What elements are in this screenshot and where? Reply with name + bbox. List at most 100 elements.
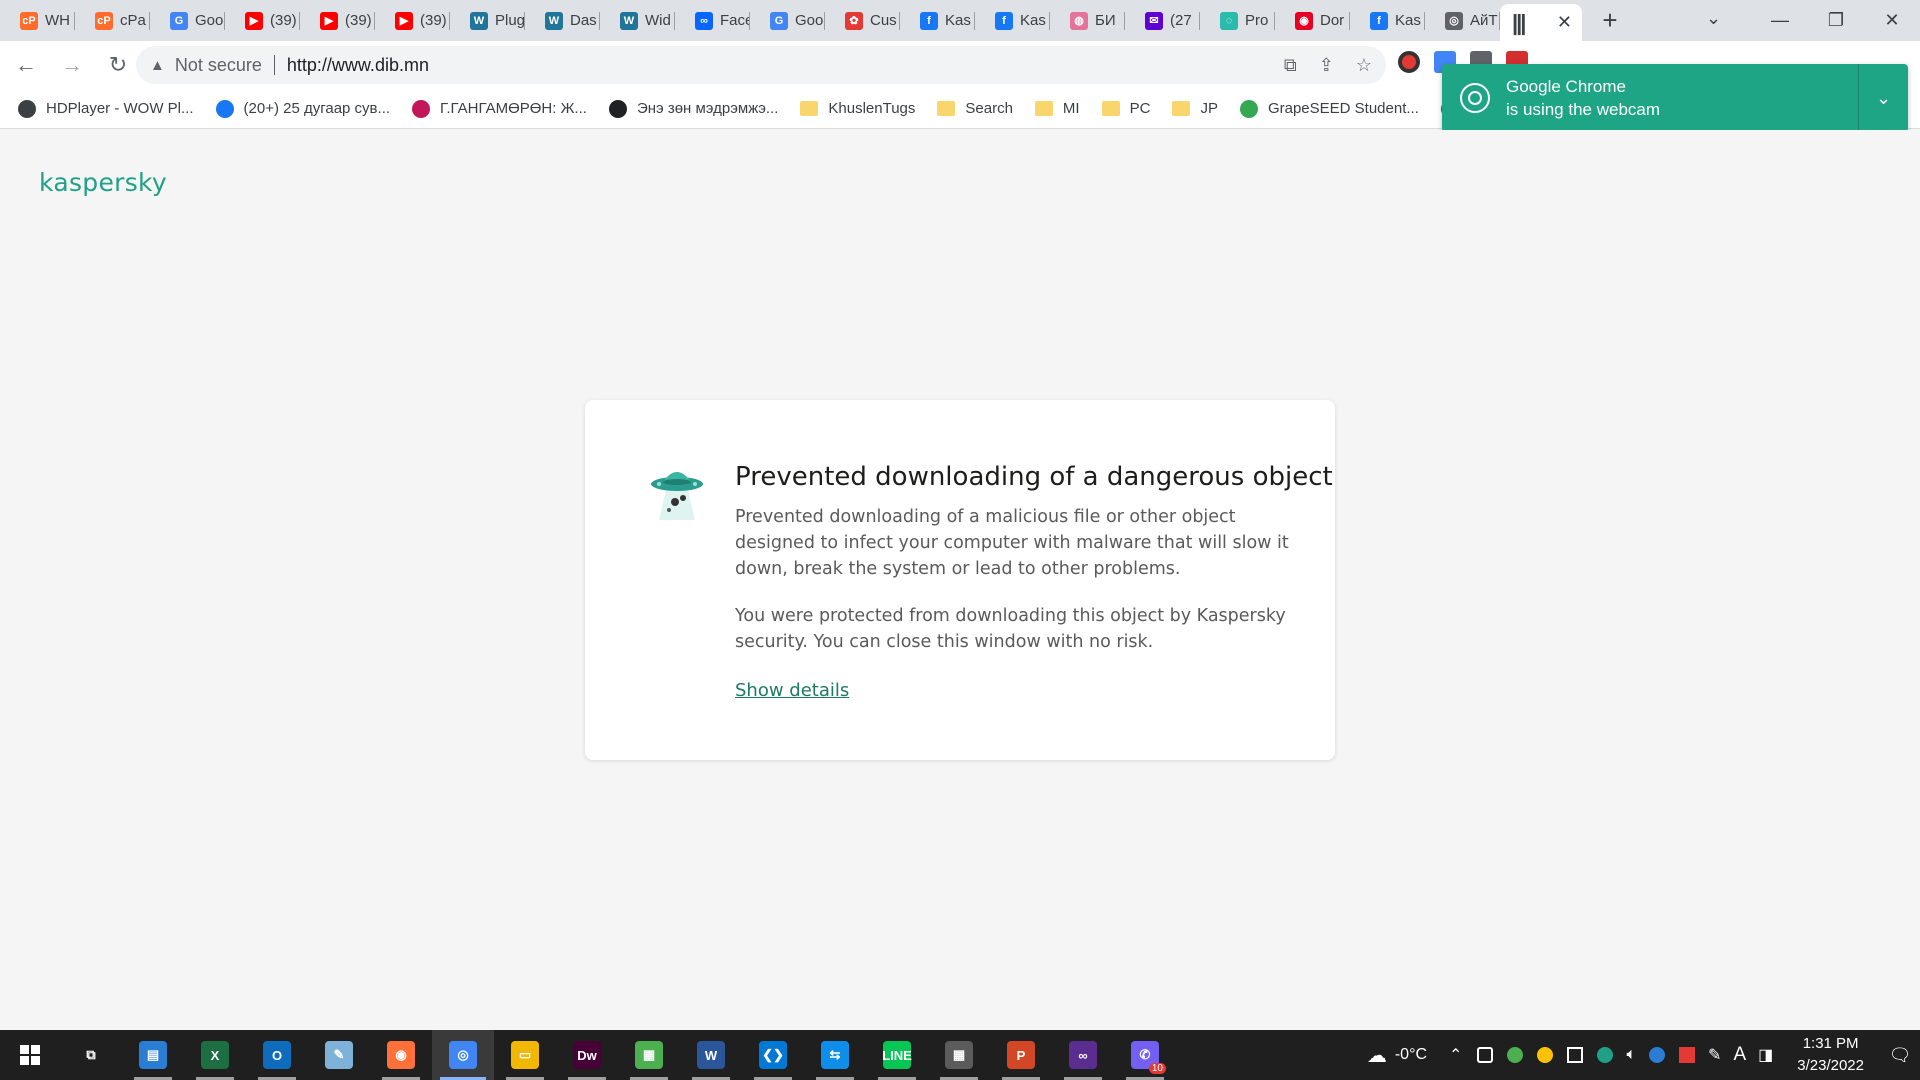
calculator-taskbar-button[interactable]: ▦ [928,1030,990,1080]
input-language-icon[interactable]: A [1733,1044,1746,1066]
browser-tab[interactable]: G Goo [150,0,225,41]
barcode-icon: ||| [1512,9,1527,35]
close-window-icon[interactable]: ✕ [1864,10,1920,31]
webcam-message: Google Chrome is using the webcam [1506,75,1660,121]
photo-app-taskbar-button[interactable]: ▦ [618,1030,680,1080]
browser-tab[interactable]: G Goo [750,0,825,41]
browser-tab[interactable]: ◍ БИ [1050,0,1125,41]
webcam-line-2: is using the webcam [1506,100,1661,119]
network-icon[interactable] [1567,1047,1584,1063]
volume-icon[interactable]: 🔈︎ [1626,1046,1636,1064]
browser-tab[interactable]: f Kas [975,0,1050,41]
control-panel-taskbar-button[interactable]: ▤ [122,1030,184,1080]
share-icon[interactable]: ⇪ [1319,55,1334,76]
restore-icon[interactable]: ❐ [1808,10,1864,31]
translate-icon[interactable]: ⧉ [1284,55,1297,76]
browser-tab[interactable]: ✿ Cus [825,0,900,41]
temperature[interactable]: -0°C [1395,1046,1427,1064]
browser-tab[interactable]: ∞ Face [675,0,750,41]
bookmark-item[interactable]: KhuslenTugs [800,100,915,117]
tray-icon[interactable] [1649,1047,1666,1063]
browser-tab[interactable]: f Kas [900,0,975,41]
bookmark-item[interactable]: Энэ зөн мэдрэмжэ... [608,99,778,118]
security-label[interactable]: Not secure [175,55,262,76]
firefox-taskbar-button[interactable]: ◉ [370,1030,432,1080]
close-tab-icon[interactable]: ✕ [1557,12,1572,33]
file-explorer-taskbar-button[interactable]: ▭ [494,1030,556,1080]
powerpoint-taskbar-button[interactable]: P [990,1030,1052,1080]
warning-icon[interactable]: ▲ [150,57,165,74]
file-explorer-icon: ▭ [511,1041,539,1069]
task-view-taskbar-button[interactable]: ⧉ [60,1030,122,1080]
url-text[interactable]: http://www.dib.mn [287,55,429,76]
tab-title: (27 [1170,12,1192,29]
back-button[interactable]: ← [6,45,46,85]
notepad-taskbar-button[interactable]: ✎ [308,1030,370,1080]
kaspersky-tray-icon[interactable] [1597,1047,1614,1063]
browser-tab[interactable]: f Kas [1350,0,1425,41]
bookmark-label: PC [1129,100,1151,117]
browser-tab[interactable]: ▶ (39) [300,0,375,41]
show-details-link[interactable]: Show details [735,680,849,701]
start-button[interactable] [0,1030,60,1080]
webcam-notification[interactable]: Google Chrome is using the webcam ⌄ [1442,64,1908,132]
forward-button[interactable]: → [52,45,92,85]
browser-tab[interactable]: cP WH [0,0,75,41]
browser-tab[interactable]: ◌ Pro [1200,0,1275,41]
tab-active[interactable]: ||| ✕ [1500,4,1582,41]
tab-favicon-icon: ▶ [245,11,263,30]
tab-title: АйТ [1470,12,1498,29]
browser-tab[interactable]: cP cPa [75,0,150,41]
tray-icon[interactable] [1679,1047,1696,1063]
dreamweaver-taskbar-button[interactable]: Dw [556,1030,618,1080]
bookmark-item[interactable]: PC [1101,100,1151,117]
address-bar-actions: ⧉ ⇪ ☆ [1284,55,1372,76]
folder-icon [1034,101,1053,116]
line-taskbar-button[interactable]: LINE [866,1030,928,1080]
browser-tab[interactable]: ▶ (39) [375,0,450,41]
bookmark-item[interactable]: HDPlayer - WOW Pl... [18,99,194,118]
visual-studio-taskbar-button[interactable]: ∞ [1052,1030,1114,1080]
bookmark-item[interactable]: (20+) 25 дугаар сув... [215,99,390,118]
browser-tab[interactable]: W Das [525,0,600,41]
kaspersky-logo: kaspersky [39,168,168,197]
excel-taskbar-button[interactable]: X [184,1030,246,1080]
bookmark-item[interactable]: Search [937,100,1013,117]
tray-icon[interactable] [1537,1047,1554,1063]
address-bar[interactable]: ▲ Not secure http://www.dib.mn ⧉ ⇪ ☆ [136,46,1386,84]
bookmark-item[interactable]: JP [1172,100,1218,117]
bookmark-star-icon[interactable]: ☆ [1356,55,1372,76]
teamviewer-taskbar-button[interactable]: ⇆ [804,1030,866,1080]
tab-list: cP WH cP cPa G Goo ▶ (39) ▶ (39) ▶ (39) W Plug W Das W Wi… [0,0,1500,41]
browser-tab[interactable]: ✉ (27 [1125,0,1200,41]
bookmark-item[interactable]: Г.ГАНГАМӨРӨН: Ж... [412,99,587,118]
tab-favicon-icon: f [995,11,1013,30]
pen-icon[interactable]: ✎ [1708,1045,1721,1065]
browser-tab[interactable]: ▶ (39) [225,0,300,41]
notifications-icon[interactable]: 🗨︎ [1880,1045,1920,1066]
bookmark-item[interactable]: MI [1034,100,1080,117]
new-tab-button[interactable]: + [1590,0,1630,41]
chevron-up-icon[interactable]: ⌃ [1449,1045,1462,1065]
viber-taskbar-button[interactable]: ✆ 10 [1114,1030,1176,1080]
chevron-down-icon[interactable]: ⌄ [1858,64,1908,132]
minimize-icon[interactable]: — [1752,10,1808,31]
browser-tab[interactable]: ◉ Dor [1275,0,1350,41]
vscode-taskbar-button[interactable]: ❮❯ [742,1030,804,1080]
tray-icon[interactable] [1477,1047,1494,1063]
clock[interactable]: 1:31 PM 3/23/2022 [1797,1033,1864,1077]
extension-icon[interactable] [1398,51,1420,73]
chrome-taskbar-button[interactable]: ◎ [432,1030,494,1080]
browser-tab[interactable]: ◎ АйТ [1425,0,1500,41]
tab-search-icon[interactable]: ⌄ [1706,8,1721,29]
bookmark-item[interactable]: GrapeSEED Student... [1239,99,1419,118]
browser-tab[interactable]: W Plug [450,0,525,41]
browser-tab[interactable]: W Wid [600,0,675,41]
reload-button[interactable]: ↻ [98,45,138,85]
tray-icon[interactable]: ◨ [1758,1045,1773,1065]
outlook-taskbar-button[interactable]: O [246,1030,308,1080]
tray-icon[interactable] [1507,1047,1524,1063]
weather-icon[interactable]: ☁ [1367,1043,1387,1068]
protection-paragraph: You were protected from downloading this… [735,606,1286,652]
word-taskbar-button[interactable]: W [680,1030,742,1080]
